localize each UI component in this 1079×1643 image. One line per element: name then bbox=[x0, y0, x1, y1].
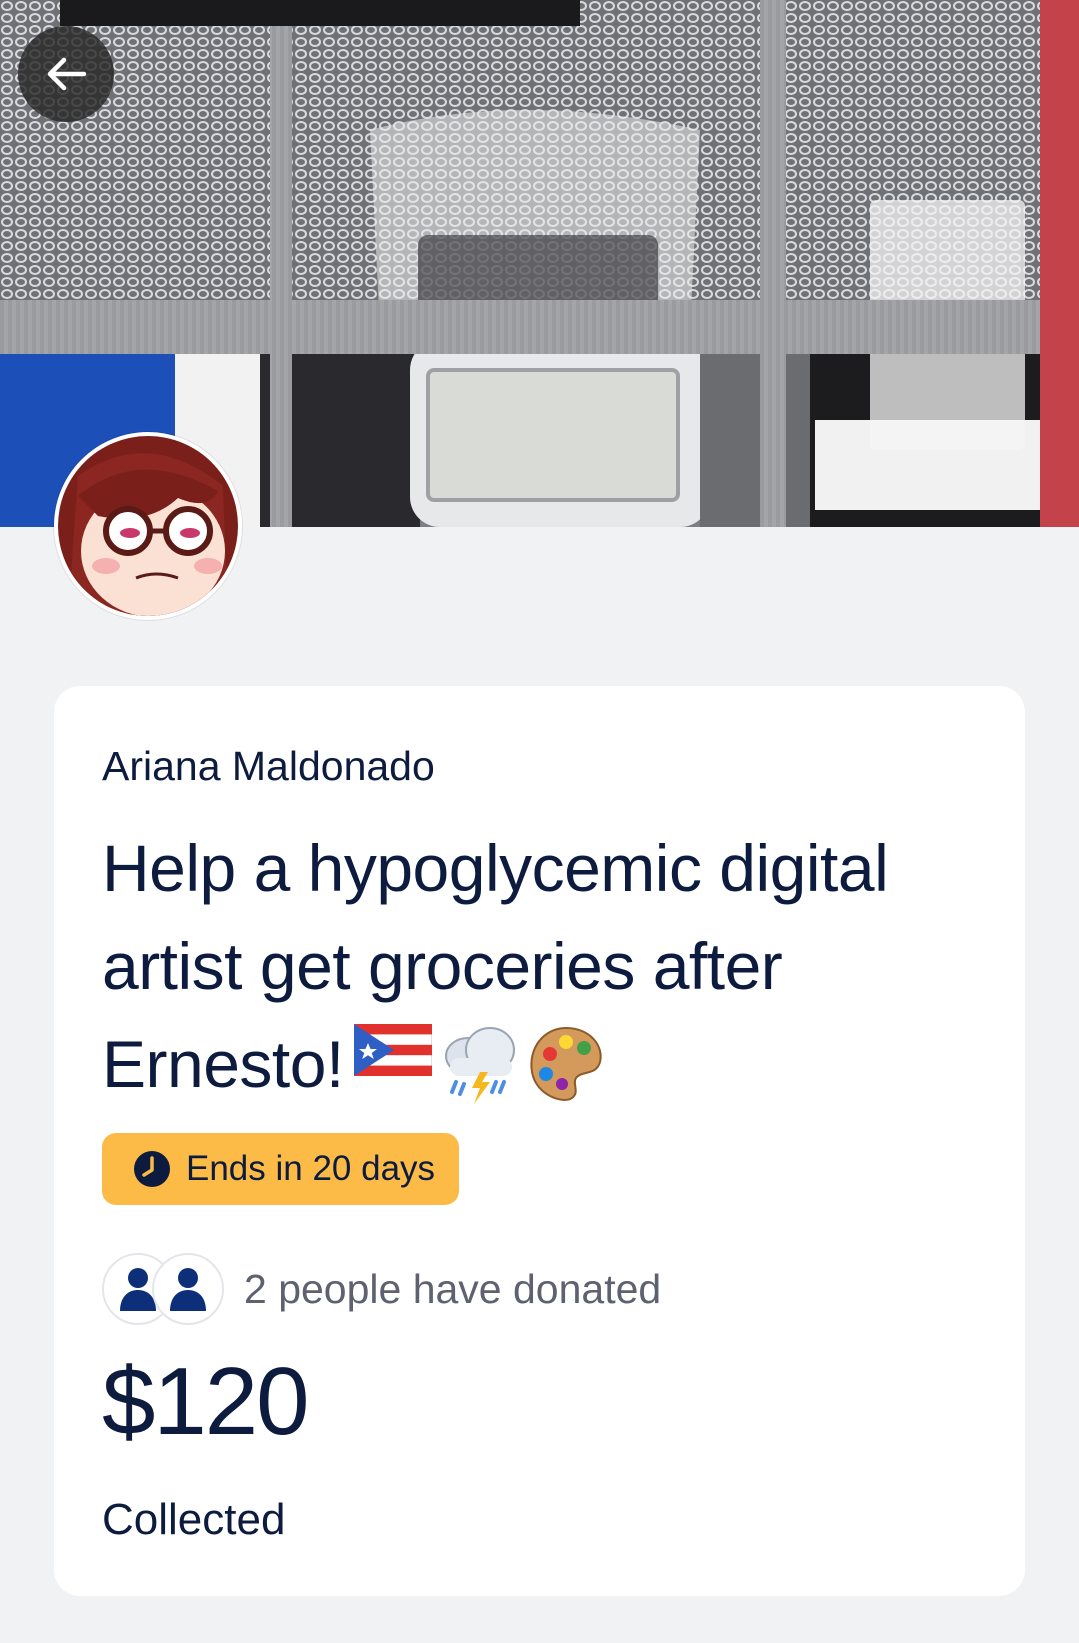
campaign-card: Ariana Maldonado Help a hypoglycemic dig… bbox=[54, 686, 1025, 1596]
ends-in-label: Ends in 20 days bbox=[186, 1149, 436, 1189]
donors-count-label: 2 people have donated bbox=[244, 1265, 662, 1312]
organizer-avatar[interactable] bbox=[54, 432, 242, 620]
ends-in-badge: Ends in 20 days bbox=[102, 1133, 460, 1206]
puerto-rico-flag-icon bbox=[353, 1023, 432, 1076]
donor-avatars bbox=[102, 1253, 226, 1326]
storm-cloud-icon bbox=[444, 1026, 515, 1104]
campaign-title: Help a hypoglycemic digital artist get g… bbox=[102, 819, 952, 1113]
person-icon bbox=[170, 1268, 206, 1312]
donor-avatar bbox=[152, 1253, 224, 1326]
amount-label: Collected bbox=[102, 1494, 286, 1544]
title-emojis bbox=[353, 1023, 606, 1104]
back-button[interactable] bbox=[18, 26, 114, 122]
artist-palette-icon bbox=[530, 1026, 602, 1101]
amount-collected: $120 bbox=[102, 1348, 310, 1456]
clock-icon bbox=[134, 1151, 170, 1188]
organizer-name[interactable]: Ariana Maldonado bbox=[102, 742, 977, 791]
arrow-left-icon bbox=[47, 57, 87, 91]
donors-row[interactable]: 2 people have donated bbox=[102, 1253, 977, 1326]
